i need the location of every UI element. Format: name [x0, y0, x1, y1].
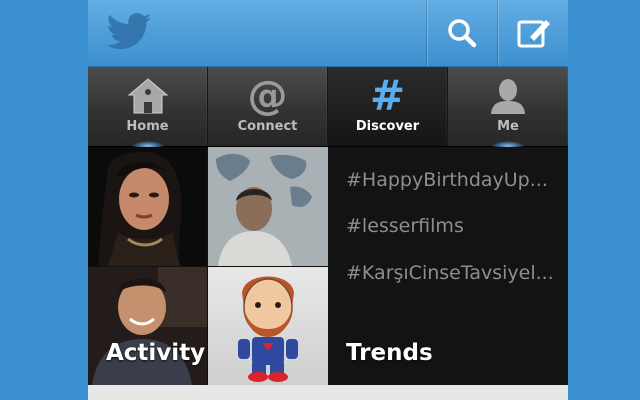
tab-me-label: Me: [497, 119, 519, 134]
bottom-strip: [88, 385, 568, 400]
tab-connect-label: Connect: [237, 119, 298, 134]
tab-discover[interactable]: # Discover: [328, 67, 448, 146]
action-bar: [88, 0, 568, 67]
search-icon: [448, 19, 477, 48]
compose-icon: [517, 20, 550, 48]
activity-photo-avatar: [208, 267, 328, 385]
trends-panel[interactable]: #HappyBirthdayUp... #lesserfilms #KarşıC…: [328, 147, 568, 385]
activity-photo-woman: [88, 147, 207, 266]
person-icon: [491, 79, 525, 114]
activity-label: Activity: [106, 340, 206, 366]
activity-photo-map: [208, 147, 328, 266]
twitter-app: Home @ Connect # Discover Me Activity #H…: [88, 0, 568, 400]
hashtag-icon: #: [369, 71, 406, 120]
at-sign-icon: @: [247, 73, 288, 119]
compose-button[interactable]: [497, 0, 568, 66]
home-icon: [127, 78, 168, 114]
tab-home-label: Home: [126, 119, 169, 134]
trend-item[interactable]: #HappyBirthdayUp...: [346, 169, 556, 191]
trend-item[interactable]: #lesserfilms: [346, 215, 556, 237]
tab-discover-label: Discover: [355, 119, 420, 134]
trends-label: Trends: [346, 340, 433, 366]
tab-home[interactable]: Home: [88, 67, 208, 151]
activity-photo-man: [88, 267, 207, 385]
discover-content: Activity #HappyBirthdayUp... #lesserfilm…: [88, 147, 568, 385]
twitter-bird-icon[interactable]: [106, 12, 152, 52]
tab-bar: Home @ Connect # Discover Me: [88, 67, 568, 151]
tab-connect[interactable]: @ Connect: [208, 67, 328, 146]
trend-item[interactable]: #KarşıCinseTavsiyel...: [346, 262, 556, 284]
search-button[interactable]: [426, 0, 497, 66]
tab-me[interactable]: Me: [448, 67, 568, 151]
activity-panel[interactable]: Activity: [88, 147, 328, 385]
